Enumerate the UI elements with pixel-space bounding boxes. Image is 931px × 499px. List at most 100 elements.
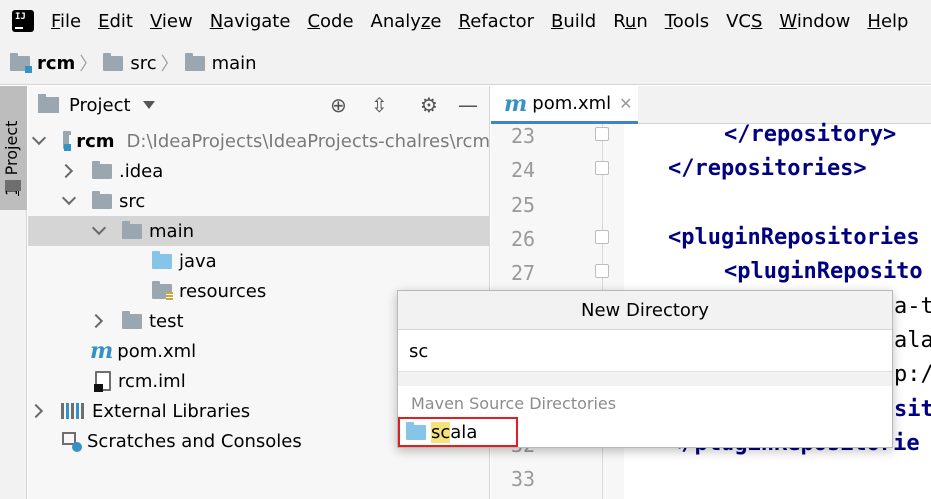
tree-item-label: pom.xml [117, 340, 197, 362]
folder-icon [103, 52, 124, 71]
menu-run[interactable]: Run [613, 11, 648, 32]
fold-marker-icon[interactable] [595, 264, 609, 278]
popup-group-band [398, 372, 892, 386]
gear-icon[interactable]: ⚙ [420, 95, 438, 115]
tree-item-label: java [179, 250, 217, 272]
line-number: 26 [511, 227, 536, 251]
code-line-23[interactable]: </repository> [724, 122, 896, 147]
tree-item-label: main [149, 220, 194, 242]
tree-item-label: External Libraries [92, 400, 251, 422]
tree-item-label: rcm.iml [118, 370, 186, 392]
tree-item-label: rcm [76, 130, 115, 152]
fold-marker-icon[interactable] [595, 161, 609, 175]
tree-item-rcm[interactable]: rcm D:\IdeaProjects\IdeaProjects-chalres… [28, 126, 490, 156]
code-line-30-fragment[interactable]: p:/ [894, 362, 931, 387]
suggestion-scala[interactable]: sc ala [398, 417, 518, 447]
code-line-28-fragment[interactable]: a-t [894, 294, 931, 319]
menu-code[interactable]: Code [307, 11, 353, 32]
folder-icon [122, 310, 142, 329]
module-file-icon [94, 371, 111, 392]
line-number: 27 [511, 261, 536, 285]
caret-down-icon[interactable] [142, 101, 155, 109]
folder-icon [184, 52, 205, 71]
collapse-all-icon[interactable]: ⇳ [371, 95, 388, 115]
match-highlight: sc [431, 421, 451, 443]
fold-marker-icon[interactable] [595, 127, 609, 141]
section-label: Maven Source Directories [411, 394, 617, 413]
code-line-29-fragment[interactable]: ala [894, 328, 931, 353]
hide-minus-icon[interactable]: — [458, 95, 478, 115]
line-number: 25 [511, 193, 536, 217]
module-folder-icon [63, 130, 72, 151]
project-panel-header: Project ⊕ ⇳ ⚙ — [28, 86, 490, 124]
popup-title: New Directory [398, 291, 892, 330]
code-line-24[interactable]: </repositories> [668, 156, 867, 181]
chevron-right-icon[interactable] [88, 313, 104, 329]
chevron-right-icon[interactable] [58, 163, 74, 179]
menu-refactor[interactable]: Refactor [458, 11, 534, 32]
menu-help[interactable]: Help [867, 11, 908, 32]
menu-edit[interactable]: Edit [98, 11, 133, 32]
editor-tab-label: pom.xml [532, 93, 612, 114]
chevron-down-icon[interactable] [61, 190, 77, 206]
tree-item-path: D:\IdeaProjects\IdeaProjects-chalres\rcm [126, 130, 490, 152]
chevron-right-icon[interactable] [28, 403, 44, 419]
breadcrumb-item-rcm[interactable]: rcm [10, 52, 75, 74]
resources-folder-icon [152, 280, 173, 301]
code-line-31-fragment[interactable]: sit [894, 397, 931, 422]
menu-tools[interactable]: Tools [665, 11, 709, 32]
maven-icon: m [504, 90, 528, 117]
menu-analyze[interactable]: Analyze [371, 11, 442, 32]
project-tool-window-tab[interactable]: 1: Project [0, 86, 27, 210]
breadcrumb: rcm 〉 src 〉 main [0, 42, 931, 85]
tree-item-java[interactable]: java [28, 246, 490, 276]
tree-item-idea[interactable]: .idea [28, 156, 490, 186]
menu-build[interactable]: Build [551, 11, 596, 32]
fold-marker-icon[interactable] [595, 230, 609, 244]
source-folder-icon [152, 250, 172, 269]
line-number: 24 [511, 158, 536, 182]
menu-window[interactable]: Window [779, 11, 850, 32]
left-tool-stripe: 1: Project [0, 86, 27, 499]
folder-icon [122, 220, 142, 239]
tree-item-label: resources [179, 280, 267, 302]
folder-icon [92, 190, 112, 209]
maven-icon: m [90, 338, 114, 364]
menu-bar: IJ File Edit View Navigate Code Analyze … [0, 0, 931, 42]
suggestion-label-rest: ala [450, 421, 478, 443]
code-line-27[interactable]: <pluginReposito [724, 259, 923, 284]
folder-icon [5, 180, 21, 191]
tree-item-label: .idea [119, 160, 164, 182]
chevron-down-icon[interactable] [91, 220, 107, 236]
folder-icon [92, 160, 112, 179]
editor-tab-pom[interactable]: m pom.xml ✕ [491, 86, 638, 124]
directory-name-input[interactable]: sc [398, 331, 892, 371]
libraries-icon [61, 403, 84, 419]
locate-target-icon[interactable]: ⊕ [330, 95, 347, 115]
module-folder-icon [10, 52, 32, 73]
folder-icon [38, 94, 59, 113]
editor-tab-bar: m pom.xml ✕ [491, 86, 931, 124]
menu-navigate[interactable]: Navigate [210, 11, 291, 32]
project-view-selector[interactable]: Project [69, 95, 131, 116]
chevron-down-icon[interactable] [31, 130, 47, 146]
tree-item-label: Scratches and Consoles [87, 430, 302, 452]
chevron-right-icon: 〉 [79, 54, 98, 75]
line-number: 23 [511, 124, 536, 148]
menu-vcs[interactable]: VCS [726, 11, 762, 32]
tree-item-label: test [149, 310, 184, 332]
code-line-26[interactable]: <pluginRepositories [668, 225, 920, 250]
tree-item-src[interactable]: src [28, 186, 490, 216]
new-directory-popup: New Directory sc Maven Source Directorie… [397, 290, 893, 448]
tree-item-label: src [119, 190, 146, 212]
line-number: 33 [511, 467, 536, 491]
breadcrumb-item-main[interactable]: main [184, 52, 257, 74]
source-folder-icon [406, 421, 426, 440]
menu-view[interactable]: View [150, 11, 193, 32]
close-icon[interactable]: ✕ [619, 94, 632, 113]
tree-item-main[interactable]: main [28, 216, 490, 246]
menu-file[interactable]: File [51, 11, 81, 32]
breadcrumb-item-src[interactable]: src [103, 52, 157, 74]
scratches-icon [62, 432, 82, 452]
intellij-logo-icon: IJ [10, 8, 36, 34]
